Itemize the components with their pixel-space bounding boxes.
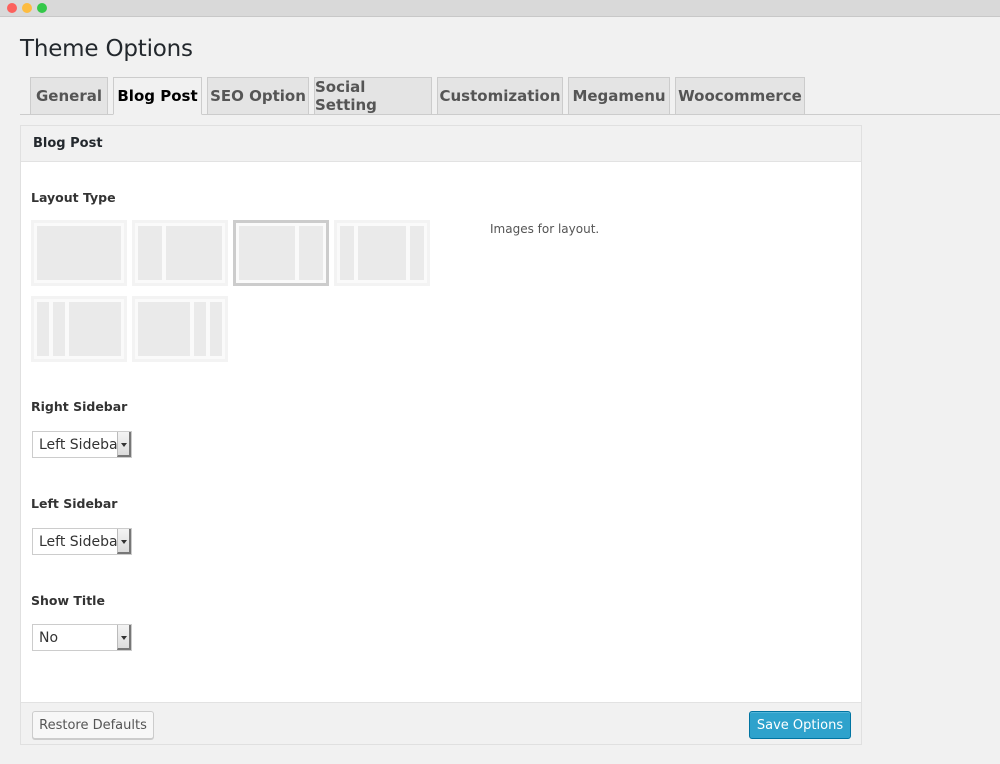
window-titlebar [0,0,1000,17]
tab-woocommerce[interactable]: Woocommerce [675,77,805,115]
layout-option-left-sidebar[interactable] [132,220,228,286]
window-close-icon[interactable] [7,3,17,13]
right-sidebar-label: Right Sidebar [31,399,128,414]
show-title-label: Show Title [31,593,105,608]
layout-content-block [138,302,190,356]
layout-sidebar-block [410,226,424,280]
panel-title: Blog Post [33,136,103,151]
save-options-button[interactable]: Save Options [749,711,851,739]
layout-content-block [358,226,406,280]
layout-sidebar-block [138,226,162,280]
show-title-select[interactable]: No [32,624,132,651]
layout-sidebar-block [37,302,49,356]
chevron-down-icon [117,529,131,554]
page-title: Theme Options [20,36,193,62]
restore-defaults-button[interactable]: Restore Defaults [32,711,154,739]
tab-general[interactable]: General [30,77,108,115]
options-panel: Blog Post Layout Type Images for layout.… [20,125,862,745]
right-sidebar-value: Left Sidebar [39,437,117,453]
layout-sidebar-block [53,302,65,356]
right-sidebar-select[interactable]: Left Sidebar [32,431,132,458]
layout-sidebar-block [194,302,206,356]
layout-content-block [69,302,121,356]
layout-content-block [37,226,121,280]
layout-sidebar-block [340,226,354,280]
layout-option-two-right-sidebars[interactable] [132,296,228,362]
tab-blog-post[interactable]: Blog Post [113,77,202,115]
chevron-down-icon [117,625,131,650]
left-sidebar-select[interactable]: Left Sidebar [32,528,132,555]
chevron-down-icon [117,432,131,457]
left-sidebar-value: Left Sidebar [39,534,117,550]
left-sidebar-label: Left Sidebar [31,496,118,511]
panel-header: Blog Post [21,126,861,162]
panel-footer: Restore Defaults Save Options [21,702,861,744]
layout-type-label: Layout Type [31,190,116,205]
layout-content-block [239,226,295,280]
layout-option-right-sidebar[interactable] [233,220,329,286]
tab-customization[interactable]: Customization [437,77,563,115]
layout-sidebar-block [210,302,222,356]
tab-seo-option[interactable]: SEO Option [207,77,309,115]
layout-option-two-left-sidebars[interactable] [31,296,127,362]
tab-social-setting[interactable]: Social Setting [314,77,432,115]
layout-content-block [166,226,222,280]
window-minimize-icon[interactable] [22,3,32,13]
window-maximize-icon[interactable] [37,3,47,13]
layout-description: Images for layout. [490,222,600,236]
layout-option-both-sidebars[interactable] [334,220,430,286]
tab-megamenu[interactable]: Megamenu [568,77,670,115]
show-title-value: No [39,630,59,646]
layout-option-full-width[interactable] [31,220,127,286]
layout-sidebar-block [299,226,323,280]
